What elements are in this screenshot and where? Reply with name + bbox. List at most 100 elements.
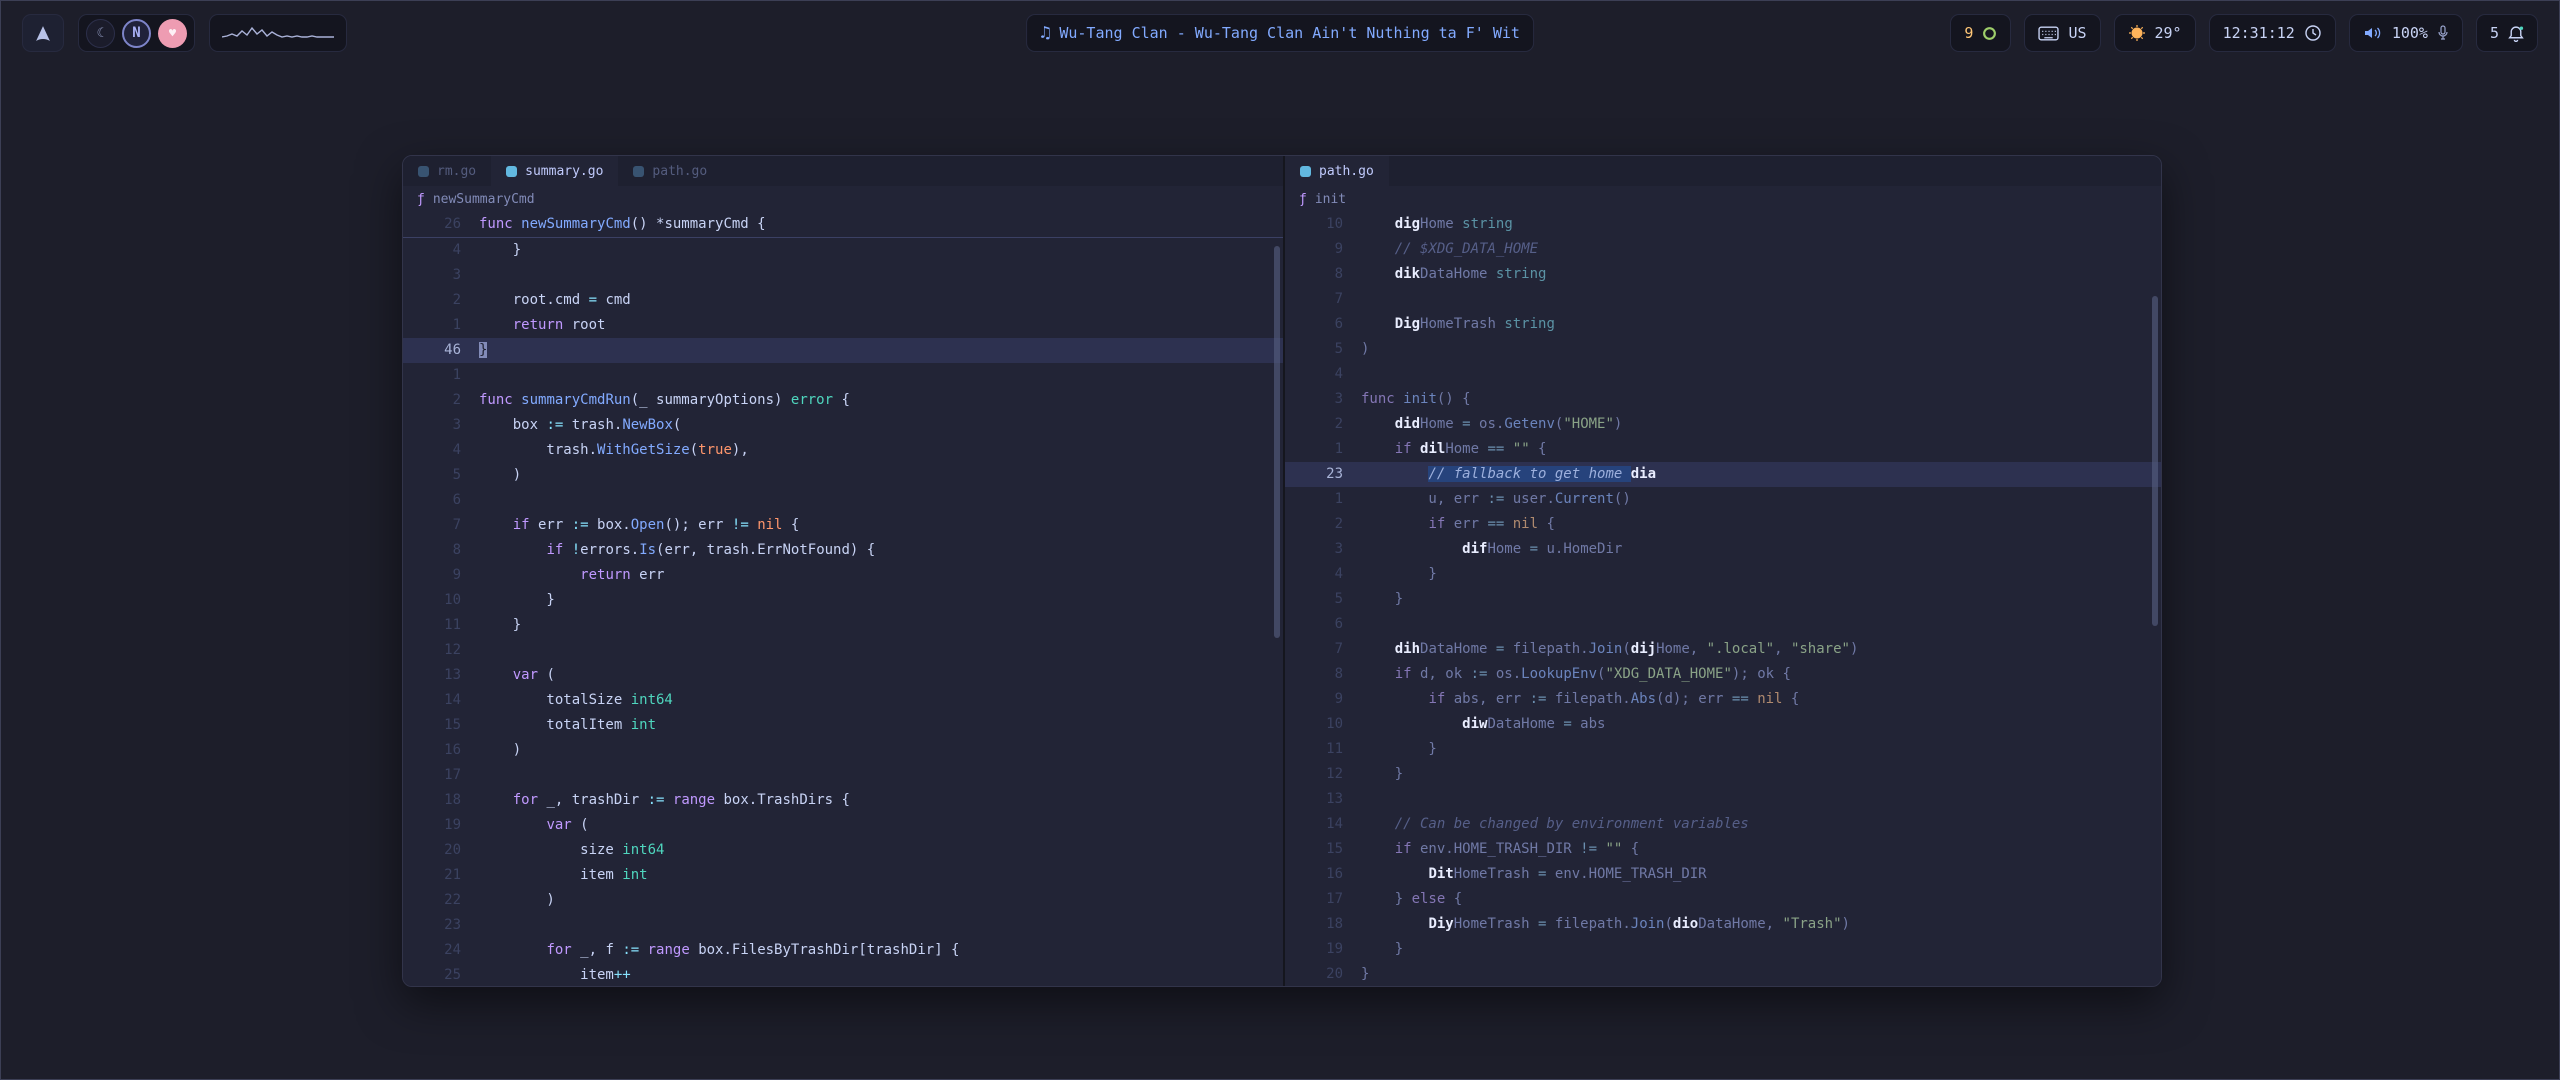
- now-playing-widget[interactable]: ♫ Wu-Tang Clan - Wu-Tang Clan Ain't Nuth…: [1026, 14, 1534, 52]
- weather-widget[interactable]: 29°: [2114, 14, 2196, 52]
- code-line[interactable]: 2 didHome = os.Getenv("HOME"): [1285, 412, 2161, 437]
- clock-widget[interactable]: 12:31:12: [2209, 14, 2336, 52]
- code-line[interactable]: 13: [1285, 787, 2161, 812]
- code-line[interactable]: 46}: [403, 338, 1283, 363]
- code-line[interactable]: 1 if dilHome == "" {: [1285, 437, 2161, 462]
- code-line[interactable]: 12 }: [1285, 762, 2161, 787]
- code-line[interactable]: 4 }: [1285, 562, 2161, 587]
- code-line[interactable]: 9 return err: [403, 563, 1283, 588]
- line-number: 4: [1285, 562, 1361, 587]
- audio-visualizer-widget[interactable]: [209, 14, 347, 52]
- status-count-widget[interactable]: 9: [1950, 14, 2011, 52]
- line-number: 46: [403, 338, 479, 363]
- code-line[interactable]: 12: [403, 638, 1283, 663]
- code-line[interactable]: 9 if abs, err := filepath.Abs(d); err ==…: [1285, 687, 2161, 712]
- tab-rm-go[interactable]: rm.go: [403, 156, 491, 186]
- code-line[interactable]: 11 }: [403, 613, 1283, 638]
- code-line[interactable]: 7 if err := box.Open(); err != nil {: [403, 513, 1283, 538]
- code-line[interactable]: 10 digHome string: [1285, 212, 2161, 237]
- code-line[interactable]: 9 // $XDG_DATA_HOME: [1285, 237, 2161, 262]
- code-text: box := trash.NewBox(: [479, 413, 681, 438]
- code-line[interactable]: 1 return root: [403, 313, 1283, 338]
- line-number: 25: [403, 963, 479, 986]
- code-line[interactable]: 4 }: [403, 238, 1283, 263]
- keyboard-layout-widget[interactable]: US: [2024, 14, 2100, 52]
- code-line[interactable]: 10 }: [403, 588, 1283, 613]
- tray-icon-2[interactable]: N: [122, 19, 151, 48]
- code-line[interactable]: 26func newSummaryCmd() *summaryCmd {: [403, 212, 1283, 238]
- code-line[interactable]: 25 item++: [403, 963, 1283, 986]
- tab-path-go[interactable]: path.go: [1285, 156, 1389, 186]
- code-line[interactable]: 1: [403, 363, 1283, 388]
- line-number: 3: [403, 413, 479, 438]
- line-number: 9: [403, 563, 479, 588]
- code-area-left[interactable]: 26func newSummaryCmd() *summaryCmd {4 }3…: [403, 212, 1283, 986]
- tray-icon-3[interactable]: ♥: [158, 19, 187, 48]
- notifications-widget[interactable]: 5: [2476, 14, 2538, 52]
- code-line[interactable]: 20 size int64: [403, 838, 1283, 863]
- code-line[interactable]: 3 box := trash.NewBox(: [403, 413, 1283, 438]
- code-line[interactable]: 2 root.cmd = cmd: [403, 288, 1283, 313]
- code-line[interactable]: 19 var (: [403, 813, 1283, 838]
- scrollbar-right[interactable]: [2152, 296, 2158, 626]
- code-line[interactable]: 17: [403, 763, 1283, 788]
- code-area-right[interactable]: 10 digHome string9 // $XDG_DATA_HOME8 di…: [1285, 212, 2161, 986]
- code-line[interactable]: 18 DiyHomeTrash = filepath.Join(dioDataH…: [1285, 912, 2161, 937]
- code-line[interactable]: 3 difHome = u.HomeDir: [1285, 537, 2161, 562]
- launcher-button[interactable]: [22, 14, 64, 52]
- code-line[interactable]: 3func init() {: [1285, 387, 2161, 412]
- code-line[interactable]: 15 if env.HOME_TRASH_DIR != "" {: [1285, 837, 2161, 862]
- line-number: 11: [403, 613, 479, 638]
- code-line[interactable]: 2 if err == nil {: [1285, 512, 2161, 537]
- code-line[interactable]: 8 dikDataHome string: [1285, 262, 2161, 287]
- code-line[interactable]: 14 totalSize int64: [403, 688, 1283, 713]
- code-text: // Can be changed by environment variabl…: [1361, 812, 1749, 837]
- code-line[interactable]: 16 DitHomeTrash = env.HOME_TRASH_DIR: [1285, 862, 2161, 887]
- code-line[interactable]: 5): [1285, 337, 2161, 362]
- scrollbar-left[interactable]: [1274, 246, 1280, 638]
- code-line[interactable]: 17 } else {: [1285, 887, 2161, 912]
- code-line[interactable]: 10 diwDataHome = abs: [1285, 712, 2161, 737]
- code-line[interactable]: 6: [1285, 612, 2161, 637]
- line-number: 1: [1285, 487, 1361, 512]
- code-line[interactable]: 22 ): [403, 888, 1283, 913]
- code-line[interactable]: 15 totalItem int: [403, 713, 1283, 738]
- volume-widget[interactable]: 100%: [2349, 14, 2463, 52]
- code-line[interactable]: 13 var (: [403, 663, 1283, 688]
- line-number: 5: [1285, 587, 1361, 612]
- editor-window: rm.gosummary.gopath.go ƒ newSummaryCmd 2…: [402, 155, 2162, 987]
- code-line[interactable]: 14 // Can be changed by environment vari…: [1285, 812, 2161, 837]
- code-line[interactable]: 4 trash.WithGetSize(true),: [403, 438, 1283, 463]
- code-line[interactable]: 2func summaryCmdRun(_ summaryOptions) er…: [403, 388, 1283, 413]
- tab-summary-go[interactable]: summary.go: [491, 156, 618, 186]
- code-line[interactable]: 4: [1285, 362, 2161, 387]
- code-line[interactable]: 8 if d, ok := os.LookupEnv("XDG_DATA_HOM…: [1285, 662, 2161, 687]
- code-line[interactable]: 8 if !errors.Is(err, trash.ErrNotFound) …: [403, 538, 1283, 563]
- code-text: ): [479, 463, 521, 488]
- code-line[interactable]: 19 }: [1285, 937, 2161, 962]
- code-line[interactable]: 5 }: [1285, 587, 2161, 612]
- tab-path-go[interactable]: path.go: [618, 156, 722, 186]
- code-line[interactable]: 23: [403, 913, 1283, 938]
- code-text: digHome string: [1361, 212, 1513, 237]
- code-line[interactable]: 20}: [1285, 962, 2161, 986]
- topbar: ☾ N ♥ ♫ Wu-Tang Clan - Wu-Tang Clan Ain'…: [0, 0, 2560, 68]
- code-line[interactable]: 11 }: [1285, 737, 2161, 762]
- code-line[interactable]: 23 // fallback to get home dia: [1285, 462, 2161, 487]
- code-line[interactable]: 1 u, err := user.Current(): [1285, 487, 2161, 512]
- tray-icon-1[interactable]: ☾: [86, 19, 115, 48]
- code-text: if abs, err := filepath.Abs(d); err == n…: [1361, 687, 1799, 712]
- code-line[interactable]: 3: [403, 263, 1283, 288]
- code-text: DiyHomeTrash = filepath.Join(dioDataHome…: [1361, 912, 1850, 937]
- code-line[interactable]: 7: [1285, 287, 2161, 312]
- code-line[interactable]: 21 item int: [403, 863, 1283, 888]
- code-line[interactable]: 6 DigHomeTrash string: [1285, 312, 2161, 337]
- code-line[interactable]: 16 ): [403, 738, 1283, 763]
- code-line[interactable]: 5 ): [403, 463, 1283, 488]
- code-line[interactable]: 18 for _, trashDir := range box.TrashDir…: [403, 788, 1283, 813]
- go-file-icon: [418, 166, 429, 177]
- code-line[interactable]: 24 for _, f := range box.FilesByTrashDir…: [403, 938, 1283, 963]
- code-line[interactable]: 6: [403, 488, 1283, 513]
- code-text: ): [479, 738, 521, 763]
- code-line[interactable]: 7 dihDataHome = filepath.Join(dijHome, "…: [1285, 637, 2161, 662]
